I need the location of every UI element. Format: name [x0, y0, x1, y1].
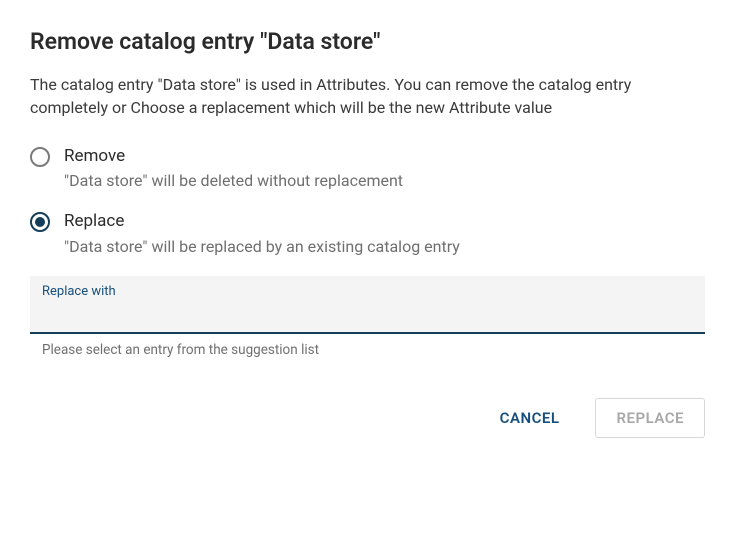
option-remove-label: Remove [64, 145, 705, 167]
option-body: Remove "Data store" will be deleted with… [64, 145, 705, 190]
option-remove[interactable]: Remove "Data store" will be deleted with… [30, 145, 705, 190]
option-remove-hint: "Data store" will be deleted without rep… [64, 171, 705, 190]
remove-catalog-entry-dialog: Remove catalog entry "Data store" The ca… [0, 0, 735, 458]
radio-selected-icon [30, 212, 50, 232]
option-body: Replace "Data store" will be replaced by… [64, 210, 705, 255]
field-label: Replace with [42, 284, 693, 299]
option-replace[interactable]: Replace "Data store" will be replaced by… [30, 210, 705, 255]
cancel-button[interactable]: CANCEL [482, 399, 578, 437]
option-replace-label: Replace [64, 210, 705, 232]
dialog-title: Remove catalog entry "Data store" [30, 28, 705, 55]
dialog-actions: CANCEL REPLACE [30, 398, 705, 438]
replace-button[interactable]: REPLACE [595, 398, 705, 438]
option-replace-hint: "Data store" will be replaced by an exis… [64, 237, 705, 256]
field-helper-text: Please select an entry from the suggesti… [30, 334, 705, 358]
replace-with-field[interactable]: Replace with [30, 276, 705, 334]
radio-unselected-icon [30, 147, 50, 167]
replace-with-input[interactable] [42, 301, 693, 326]
option-group: Remove "Data store" will be deleted with… [30, 145, 705, 255]
dialog-description: The catalog entry "Data store" is used i… [30, 73, 705, 119]
